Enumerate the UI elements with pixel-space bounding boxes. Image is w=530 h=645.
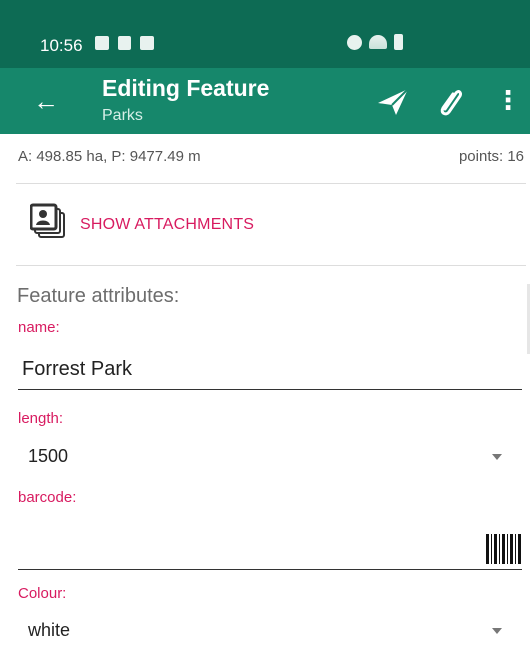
send-icon [378,88,409,115]
barcode-label: barcode: [18,489,77,506]
length-select[interactable]: 1500 [18,438,522,478]
page-title: Editing Feature [102,75,270,101]
length-value: 1500 [28,446,69,466]
length-label: length: [18,410,64,427]
wifi-icon [369,35,387,49]
colour-label: Colour: [18,585,67,602]
battery-icon [394,34,403,50]
notification-icons [95,36,154,50]
dropdown-arrow-icon [492,628,502,634]
system-icons [347,34,403,50]
arrow-left-icon: ← [33,86,59,116]
paperclip-icon [440,90,462,116]
status-time: 10:56 [40,36,83,55]
more-button[interactable]: ⋮ [495,85,521,117]
name-label: name: [18,319,60,336]
show-attachments-button[interactable]: SHOW ATTACHMENTS [0,184,530,266]
barcode-scan-icon[interactable] [486,534,522,564]
dropdown-arrow-icon [492,454,502,460]
divider [16,265,526,266]
back-button[interactable]: ← [28,83,64,119]
facebook-icon [118,36,131,50]
storage-icon [140,36,154,50]
status-bar: 10:56 [0,0,530,68]
barcode-field[interactable] [18,520,522,570]
geometry-info: A: 498.85 ha, P: 9477.49 m points: 16 [0,134,530,182]
alarm-icon [347,34,362,50]
section-title: Feature attributes: [17,285,180,307]
colour-value: white [28,620,71,640]
area-perimeter-text: A: 498.85 ha, P: 9477.49 m [18,148,201,165]
name-field[interactable] [18,350,522,390]
photo-gallery-icon [30,203,65,238]
app-bar: ← Editing Feature Parks ⋮ [0,68,530,134]
points-count: points: 16 [458,148,524,165]
mail-icon [95,36,109,50]
attach-button[interactable] [437,84,465,118]
page-subtitle: Parks [102,107,143,124]
colour-select[interactable]: white [18,612,522,645]
send-button[interactable] [376,87,410,117]
show-attachments-label: SHOW ATTACHMENTS [80,216,255,233]
more-vert-icon: ⋮ [495,85,521,115]
